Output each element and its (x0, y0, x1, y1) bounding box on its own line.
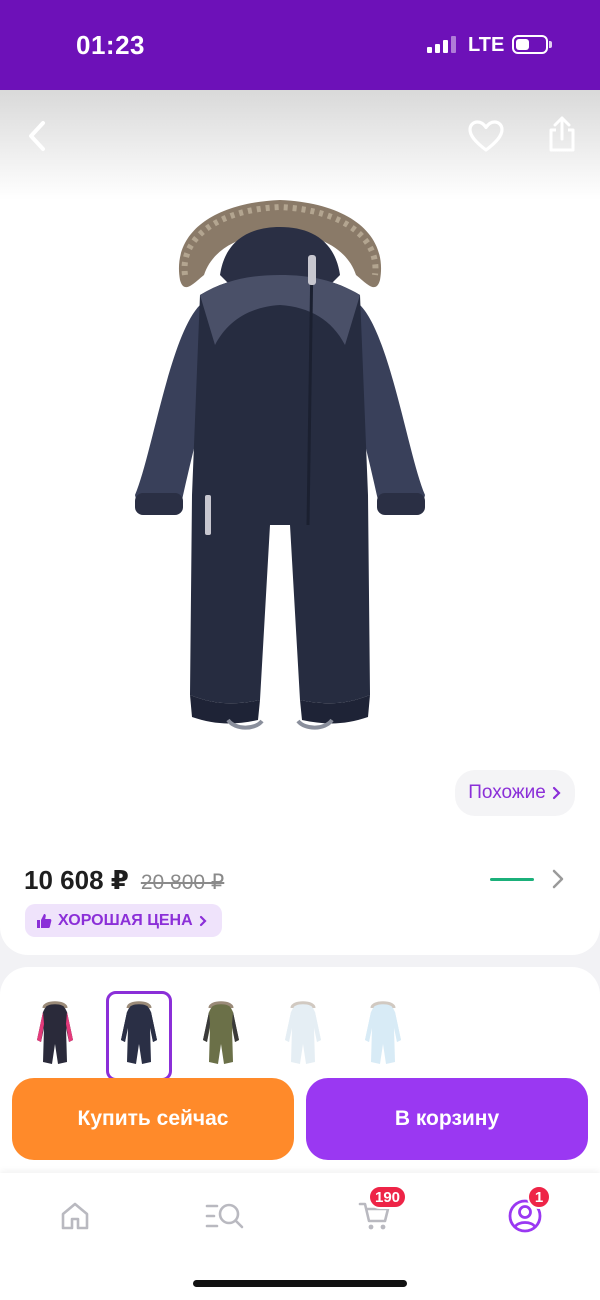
price-current: 10 608 ₽ (24, 865, 129, 895)
variant-thumbnail-icon (37, 1001, 73, 1064)
product-card: Похожие 10 608 ₽ 20 800 ₽ ХОРОШАЯ ЦЕНА (0, 90, 600, 955)
network-label: LTE (468, 34, 505, 56)
variant-thumbnail-icon (203, 1001, 239, 1064)
chevron-right-icon[interactable] (548, 866, 568, 892)
color-variant[interactable] (106, 991, 172, 1081)
home-icon (61, 1202, 89, 1230)
badge-label: ХОРОШАЯ ЦЕНА (58, 911, 193, 929)
price-row[interactable]: 10 608 ₽ 20 800 ₽ (24, 865, 224, 896)
chevron-left-icon (29, 121, 45, 151)
color-variant[interactable] (188, 991, 254, 1081)
variant-thumbnail-icon (121, 1001, 157, 1064)
tab-bar: 190 1 (0, 1173, 600, 1300)
status-bar: 01:23 LTE (0, 0, 600, 90)
price-indicator (490, 878, 534, 881)
share-button[interactable] (536, 108, 588, 160)
status-time: 01:23 (76, 30, 145, 60)
favorite-button[interactable] (460, 110, 512, 162)
catalog-search-icon (205, 1203, 244, 1229)
color-variant[interactable] (270, 991, 336, 1081)
add-to-cart-button[interactable]: В корзину (306, 1078, 588, 1160)
heart-icon (468, 120, 504, 152)
similar-label: Похожие (468, 782, 546, 803)
tab-home[interactable] (48, 1191, 102, 1241)
battery-icon (512, 35, 548, 54)
signal-icon (427, 35, 456, 53)
color-variant[interactable] (350, 991, 416, 1081)
similar-button[interactable]: Похожие (455, 770, 575, 816)
tab-catalog[interactable] (198, 1191, 252, 1241)
variant-thumbnail-icon (285, 1001, 321, 1064)
good-price-badge[interactable]: ХОРОШАЯ ЦЕНА (25, 904, 222, 937)
cart-count-badge: 190 (368, 1185, 408, 1209)
chevron-right-icon (199, 915, 207, 926)
thumbs-up-icon (37, 913, 52, 928)
profile-count-badge: 1 (527, 1185, 551, 1209)
share-icon (549, 116, 575, 152)
buy-now-button[interactable]: Купить сейчас (12, 1078, 294, 1160)
variant-thumbnail-icon (365, 1001, 401, 1064)
chevron-right-icon (552, 786, 561, 800)
snowsuit-image[interactable] (130, 195, 430, 740)
price-old: 20 800 ₽ (140, 871, 225, 894)
color-variant[interactable] (22, 991, 88, 1081)
back-button[interactable] (12, 110, 64, 162)
home-indicator (193, 1280, 407, 1287)
